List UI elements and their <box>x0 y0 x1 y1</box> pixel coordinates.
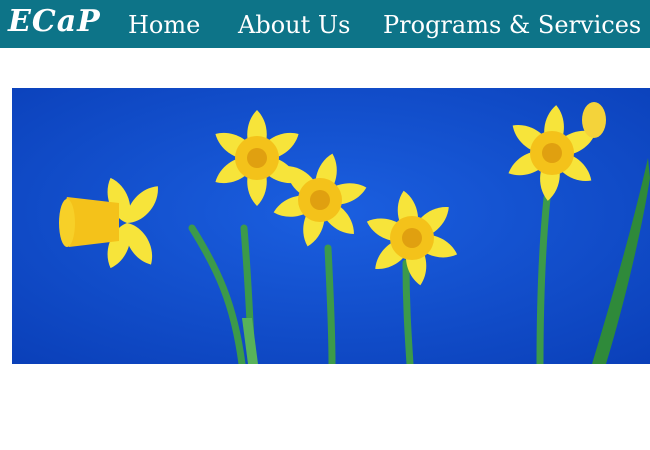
nav-home-link[interactable]: Home <box>128 11 200 39</box>
hero-banner-image <box>12 88 650 364</box>
daffodil-bud <box>582 102 606 138</box>
nav-about-us-link[interactable]: About Us <box>238 11 350 39</box>
site-logo[interactable]: ECaP <box>8 4 101 39</box>
top-navbar: ECaP Home About Us Programs & Services <box>0 0 650 48</box>
nav-programs-services-link[interactable]: Programs & Services <box>383 11 641 39</box>
daffodils-illustration <box>12 88 650 364</box>
